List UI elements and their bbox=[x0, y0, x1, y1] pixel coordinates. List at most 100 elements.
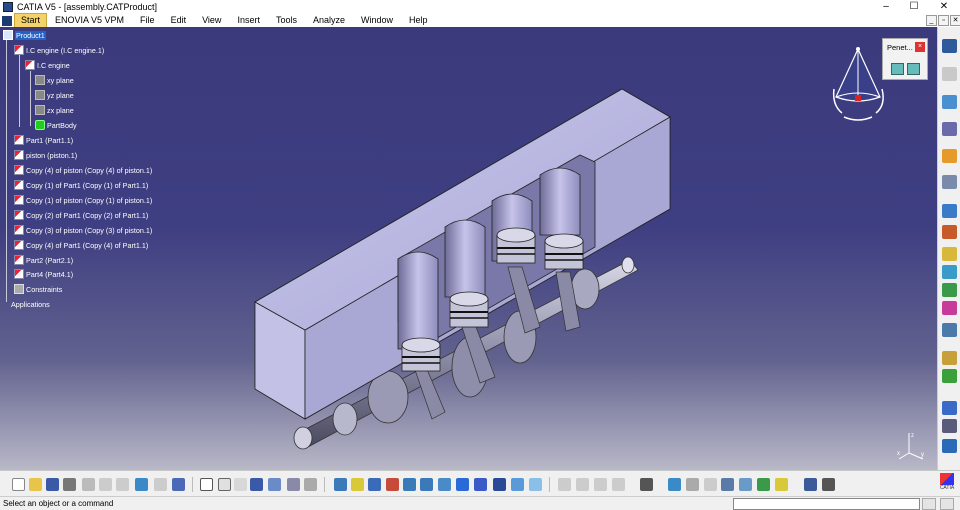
tool-icon[interactable] bbox=[942, 401, 957, 415]
tool-icon[interactable] bbox=[942, 247, 957, 261]
close-window-button[interactable]: ✕ bbox=[930, 0, 958, 14]
specification-tree[interactable]: Product1 I.C engine (I.C engine.1) I.C e… bbox=[0, 27, 220, 327]
menu-enovia[interactable]: ENOVIA V5 VPM bbox=[47, 14, 132, 27]
tree-node-part2[interactable]: Part2 (Part2.1) bbox=[14, 255, 73, 267]
hide-show-icon[interactable] bbox=[511, 478, 524, 491]
table-icon[interactable] bbox=[250, 478, 263, 491]
tool-icon[interactable] bbox=[822, 478, 835, 491]
menu-view[interactable]: View bbox=[194, 14, 229, 27]
camera-icon[interactable] bbox=[640, 478, 653, 491]
tool-icon[interactable] bbox=[757, 478, 770, 491]
tool-icon[interactable] bbox=[942, 67, 957, 81]
pan-icon[interactable] bbox=[368, 478, 381, 491]
menu-analyze[interactable]: Analyze bbox=[305, 14, 353, 27]
tool-icon[interactable] bbox=[942, 95, 957, 109]
tree-node-copy2-part1[interactable]: Copy (2) of Part1 (Copy (2) of Part1.1) bbox=[14, 210, 148, 222]
compass-icon[interactable] bbox=[830, 45, 888, 123]
tool-icon[interactable] bbox=[942, 283, 957, 297]
close-icon[interactable]: × bbox=[915, 42, 925, 52]
penetration-icon-2[interactable] bbox=[907, 63, 920, 75]
tool-icon[interactable] bbox=[576, 478, 589, 491]
tree-node-ic-engine[interactable]: I.C engine bbox=[25, 60, 70, 72]
tree-node-part4[interactable]: Part4 (Part4.1) bbox=[14, 269, 73, 281]
formula-icon[interactable] bbox=[200, 478, 213, 491]
menu-edit[interactable]: Edit bbox=[163, 14, 195, 27]
fit-all-icon[interactable] bbox=[351, 478, 364, 491]
copy-icon[interactable] bbox=[99, 478, 112, 491]
menu-insert[interactable]: Insert bbox=[229, 14, 268, 27]
tool-icon[interactable] bbox=[775, 478, 788, 491]
tree-node-yz-plane[interactable]: yz plane bbox=[35, 90, 74, 102]
tool-icon[interactable] bbox=[686, 478, 699, 491]
save-icon[interactable] bbox=[46, 478, 59, 491]
penetration-panel[interactable]: Penet... × bbox=[882, 38, 928, 80]
tool-icon[interactable] bbox=[612, 478, 625, 491]
tool-icon[interactable] bbox=[558, 478, 571, 491]
status-button[interactable] bbox=[940, 498, 954, 510]
tool-icon[interactable] bbox=[942, 175, 957, 189]
doc-restore-button[interactable]: ▫ bbox=[938, 15, 949, 26]
tool-icon[interactable] bbox=[942, 439, 957, 453]
tree-node-applications[interactable]: Applications bbox=[5, 299, 50, 311]
tool-icon[interactable] bbox=[942, 204, 957, 218]
redo-icon[interactable] bbox=[154, 478, 167, 491]
normal-view-icon[interactable] bbox=[438, 478, 451, 491]
tree-node-part1[interactable]: Part1 (Part1.1) bbox=[14, 135, 73, 147]
3d-viewport[interactable]: Product1 I.C engine (I.C engine.1) I.C e… bbox=[0, 27, 937, 470]
menu-file[interactable]: File bbox=[132, 14, 163, 27]
tool-icon[interactable] bbox=[668, 478, 681, 491]
zoom-in-icon[interactable] bbox=[403, 478, 416, 491]
tree-node-xy-plane[interactable]: xy plane bbox=[35, 75, 74, 87]
search-icon[interactable] bbox=[721, 478, 734, 491]
tree-node-zx-plane[interactable]: zx plane bbox=[35, 105, 74, 117]
menu-help[interactable]: Help bbox=[401, 14, 436, 27]
whats-this-icon[interactable] bbox=[172, 478, 185, 491]
workbench-icon[interactable] bbox=[942, 39, 957, 53]
penetration-icon-1[interactable] bbox=[891, 63, 904, 75]
command-input[interactable] bbox=[733, 498, 920, 510]
tool-icon[interactable] bbox=[739, 478, 752, 491]
knowledge-icon[interactable] bbox=[218, 478, 231, 491]
open-icon[interactable] bbox=[29, 478, 42, 491]
tool-icon[interactable] bbox=[942, 351, 957, 365]
zoom-out-icon[interactable] bbox=[420, 478, 433, 491]
tree-node-product1[interactable]: Product1 bbox=[3, 30, 46, 42]
paste-icon[interactable] bbox=[116, 478, 129, 491]
tree-node-constraints[interactable]: Constraints bbox=[14, 284, 62, 296]
tool-icon[interactable] bbox=[804, 478, 817, 491]
menu-start[interactable]: Start bbox=[14, 13, 48, 28]
tool-icon[interactable] bbox=[942, 369, 957, 383]
doc-close-button[interactable]: ✕ bbox=[950, 15, 960, 26]
minimize-button[interactable]: – bbox=[872, 0, 900, 14]
menu-window[interactable]: Window bbox=[353, 14, 401, 27]
tool-icon[interactable] bbox=[942, 122, 957, 136]
new-icon[interactable] bbox=[12, 478, 25, 491]
iso-view-icon[interactable] bbox=[474, 478, 487, 491]
undo-icon[interactable] bbox=[135, 478, 148, 491]
tree-node-copy4-part1[interactable]: Copy (4) of Part1 (Copy (4) of Part1.1) bbox=[14, 240, 148, 252]
tree-node-ic-engine-instance[interactable]: I.C engine (I.C engine.1) bbox=[14, 45, 104, 57]
cut-icon[interactable] bbox=[82, 478, 95, 491]
tool-icon[interactable] bbox=[942, 323, 957, 337]
tool-icon[interactable] bbox=[704, 478, 717, 491]
tool-icon[interactable] bbox=[268, 478, 281, 491]
status-button[interactable] bbox=[922, 498, 936, 510]
tree-node-copy1-piston[interactable]: Copy (1) of piston (Copy (1) of piston.1… bbox=[14, 195, 152, 207]
fly-mode-icon[interactable] bbox=[334, 478, 347, 491]
tool-icon[interactable] bbox=[942, 301, 957, 315]
tool-icon[interactable] bbox=[942, 419, 957, 433]
tool-icon[interactable] bbox=[234, 478, 247, 491]
select-arrow-icon[interactable] bbox=[942, 149, 957, 163]
tree-node-copy3-piston[interactable]: Copy (3) of piston (Copy (3) of piston.1… bbox=[14, 225, 152, 237]
tree-node-partbody[interactable]: PartBody bbox=[35, 120, 77, 132]
tool-icon[interactable] bbox=[942, 265, 957, 279]
tool-icon[interactable] bbox=[942, 225, 957, 239]
multi-view-icon[interactable] bbox=[456, 478, 469, 491]
tool-icon[interactable] bbox=[287, 478, 300, 491]
tree-node-copy4-piston[interactable]: Copy (4) of piston (Copy (4) of piston.1… bbox=[14, 165, 152, 177]
swap-space-icon[interactable] bbox=[529, 478, 542, 491]
tree-node-piston[interactable]: piston (piston.1) bbox=[14, 150, 77, 162]
tool-icon[interactable] bbox=[304, 478, 317, 491]
menu-tools[interactable]: Tools bbox=[268, 14, 305, 27]
tool-icon[interactable] bbox=[594, 478, 607, 491]
